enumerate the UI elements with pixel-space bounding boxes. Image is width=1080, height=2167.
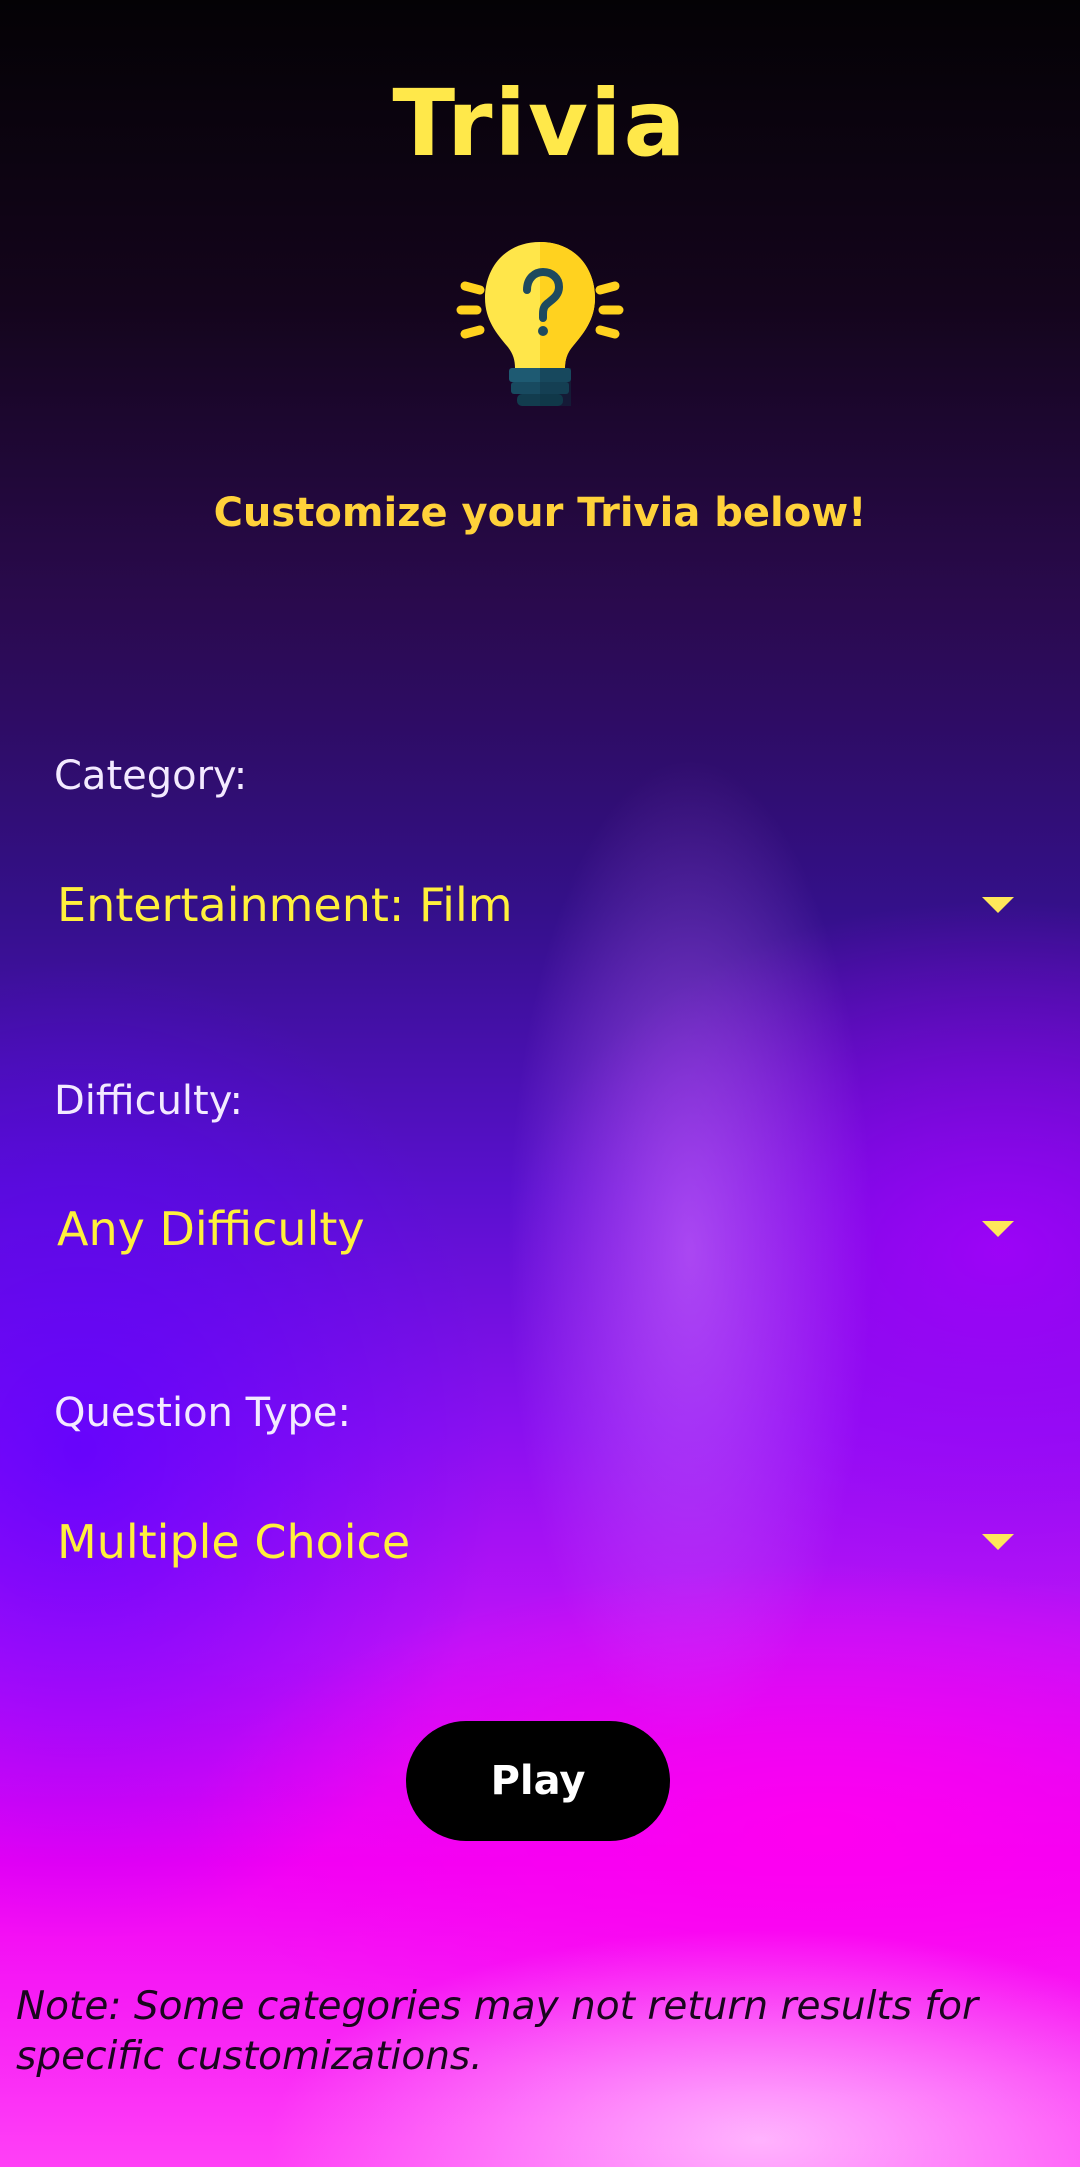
tagline: Customize your Trivia below! (213, 490, 867, 536)
play-button[interactable]: Play (406, 1721, 670, 1841)
question-type-select[interactable]: Multiple Choice (40, 1487, 1030, 1597)
question-type-label: Question Type: (54, 1390, 351, 1436)
category-label: Category: (54, 753, 248, 799)
chevron-down-icon (982, 1221, 1014, 1237)
footer-note: Note: Some categories may not return res… (16, 1984, 979, 2079)
difficulty-select-value: Any Difficulty (57, 1202, 365, 1256)
question-type-select-value: Multiple Choice (57, 1515, 411, 1569)
lightbulb-question-icon (455, 238, 625, 410)
chevron-down-icon (982, 897, 1014, 913)
difficulty-label: Difficulty: (54, 1078, 243, 1124)
difficulty-select[interactable]: Any Difficulty (40, 1174, 1030, 1284)
category-select[interactable]: Entertainment: Film (40, 850, 1030, 960)
app-title: Trivia (392, 70, 688, 177)
chevron-down-icon (982, 1534, 1014, 1550)
category-select-value: Entertainment: Film (57, 878, 513, 932)
